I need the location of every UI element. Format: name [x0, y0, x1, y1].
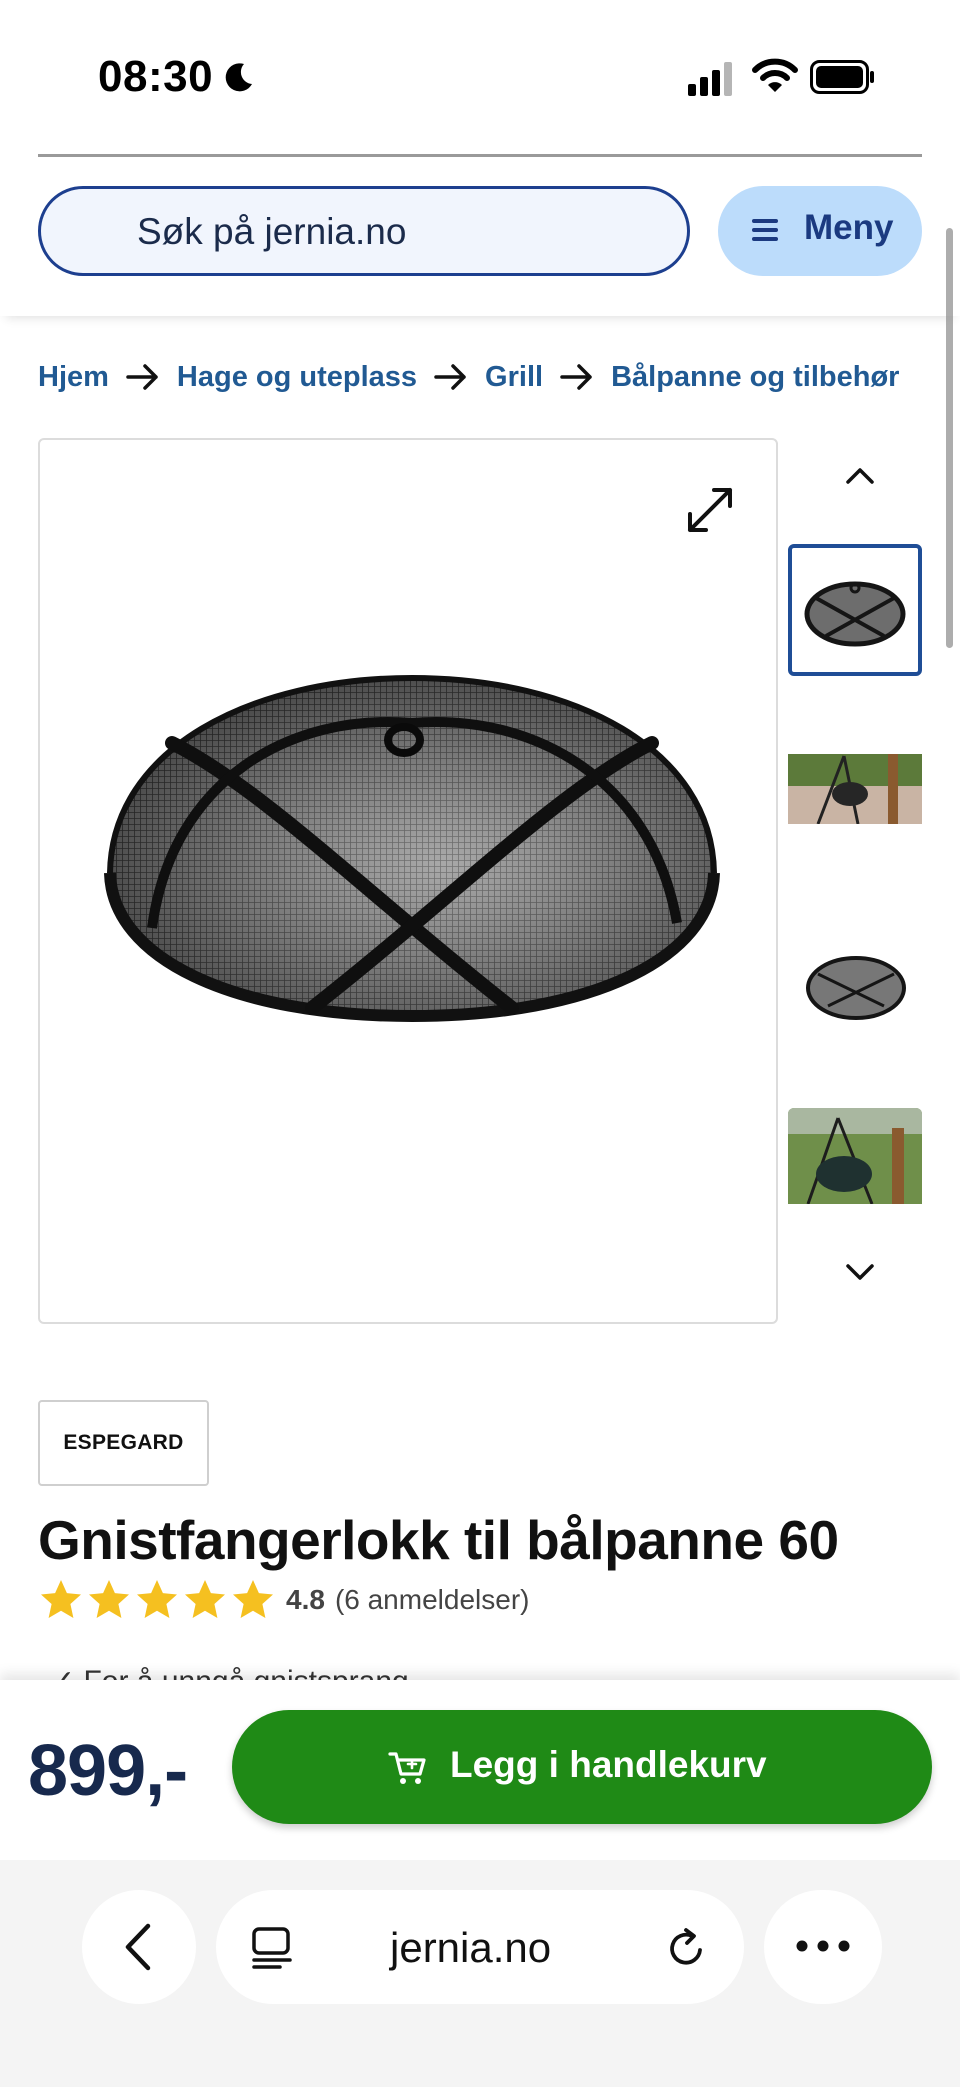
star-icon	[233, 1580, 273, 1618]
browser-toolbar: jernia.no	[0, 1860, 960, 2087]
more-options-button[interactable]	[764, 1890, 882, 2004]
star-icon	[89, 1580, 129, 1618]
rating-count: (6 anmeldelser)	[334, 1584, 530, 1615]
url-text: jernia.no	[390, 1924, 552, 1971]
add-to-cart-button[interactable]: Legg i handlekurv	[232, 1710, 932, 1824]
buy-bar: 899,- Legg i handlekurv	[0, 1680, 960, 1860]
breadcrumb-grill[interactable]: Grill	[485, 361, 543, 394]
chevron-up-icon[interactable]	[840, 460, 880, 490]
top-divider	[38, 154, 922, 157]
address-bar[interactable]: jernia.no	[216, 1890, 744, 2004]
arrow-right-icon	[560, 364, 592, 390]
cart-icon	[388, 1752, 426, 1784]
star-icon	[41, 1580, 81, 1618]
brand-tag[interactable]: ESPEGARD	[38, 1400, 209, 1486]
cellular-signal-icon	[688, 62, 732, 96]
search-input[interactable]: Søk på jernia.no	[38, 186, 690, 276]
star-icon	[137, 1580, 177, 1618]
moon-icon	[225, 63, 252, 92]
breadcrumb-garden[interactable]: Hage og uteplass	[177, 361, 417, 394]
breadcrumb-home[interactable]: Hjem	[38, 361, 109, 394]
menu-button[interactable]: Meny	[718, 186, 922, 276]
hamburger-icon	[752, 219, 778, 241]
product-image-main[interactable]	[38, 438, 778, 1324]
expand-icon[interactable]	[684, 484, 736, 536]
breadcrumb: Hjem Hage og uteplass Grill Bålpanne og …	[38, 356, 899, 398]
add-to-cart-label: Legg i handlekurv	[450, 1744, 767, 1785]
rating-value: 4.8	[286, 1584, 325, 1615]
thumbnail-3[interactable]	[788, 922, 922, 1054]
thumbnail-1[interactable]	[788, 544, 922, 676]
ellipsis-icon	[796, 1940, 850, 1952]
thumbnail-lid-image	[804, 581, 906, 647]
spark-screen-lid-image	[104, 674, 720, 1023]
status-bar: 08:30	[0, 0, 960, 150]
price: 899,-	[28, 1731, 188, 1811]
reload-icon[interactable]	[664, 1926, 708, 1970]
search-placeholder: Søk på jernia.no	[137, 211, 407, 252]
status-time: 08:30	[98, 52, 214, 101]
arrow-right-icon	[126, 364, 158, 390]
battery-icon	[810, 60, 874, 94]
star-icon	[185, 1580, 225, 1618]
breadcrumb-fire-pan[interactable]: Bålpanne og tilbehør	[611, 361, 899, 394]
arrow-right-icon	[434, 364, 466, 390]
thumbnail-2[interactable]	[788, 734, 922, 866]
thumbnail-outdoor-photo	[788, 1108, 922, 1240]
wifi-icon	[752, 58, 798, 92]
product-rating[interactable]: 4.8 (6 anmeldelser)	[38, 1576, 529, 1624]
chevron-left-icon	[125, 1923, 151, 1971]
thumbnail-4[interactable]	[788, 1108, 922, 1240]
back-button[interactable]	[82, 1890, 196, 2004]
page-scrollbar[interactable]	[946, 228, 953, 648]
menu-label: Meny	[804, 208, 894, 247]
tabs-icon	[252, 1927, 292, 1969]
thumbnail-lid-image	[806, 956, 906, 1020]
thumbnail-outdoor-photo	[788, 734, 922, 866]
product-title: Gnistfangerlokk til bålpanne 60	[38, 1509, 839, 1571]
site-header: Søk på jernia.no Meny	[0, 158, 960, 316]
chevron-down-icon[interactable]	[840, 1258, 880, 1288]
